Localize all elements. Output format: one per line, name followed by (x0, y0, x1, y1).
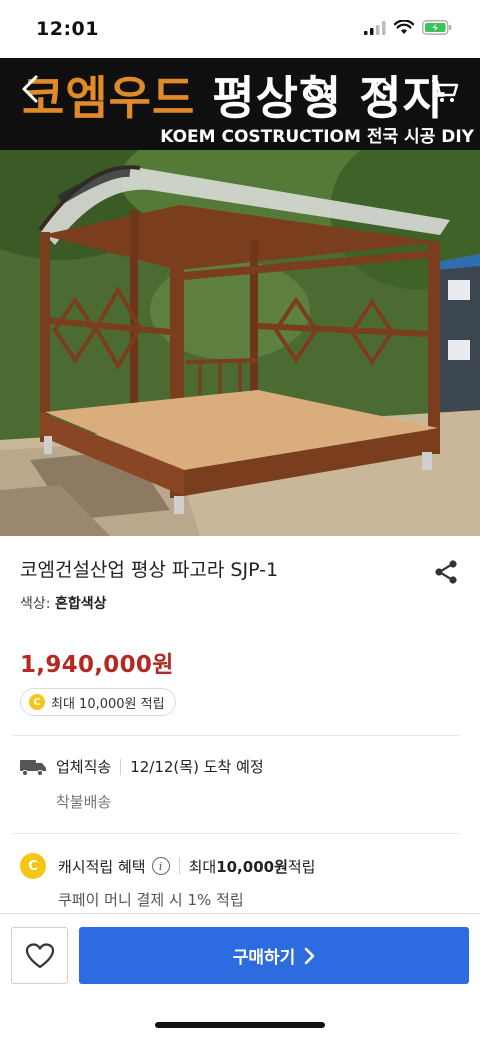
cash-max-prefix: 최대 (188, 857, 217, 876)
reward-badge: C 최대 10,000원 적립 (20, 688, 176, 716)
bottom-action-bar: 구매하기 (0, 913, 480, 1039)
shipping-method: 업체직송 (56, 758, 112, 776)
info-icon[interactable]: i (151, 857, 170, 875)
shipping-row: 업체직송 12/12(목) 도착 예정 (20, 756, 264, 777)
banner-title-brand: 코엠우드 (22, 71, 196, 125)
status-bar: 12:01 (0, 0, 480, 58)
back-arrow-icon (22, 75, 38, 103)
option-line: 색상: 혼합색상 (20, 593, 460, 613)
cart-button[interactable] (430, 76, 460, 106)
separator (120, 758, 122, 775)
product-info: 코엠건설산업 평상 파고라 SJP-1 색상: 혼합색상 (20, 556, 460, 613)
cash-max-suffix: 적립 (287, 857, 316, 876)
cart-icon (431, 79, 459, 102)
arrival-date: 12/12(목) 도착 예정 (130, 758, 264, 776)
wishlist-button[interactable] (11, 927, 68, 984)
banner-subtitle: KOEM COSTRUCTIOM 전국 시공 DIY (160, 127, 474, 147)
option-label: 색상: (20, 596, 55, 612)
cash-coin-icon: C (20, 853, 46, 879)
cash-reward-sub: 쿠페이 머니 결제 시 1% 적립 (58, 891, 244, 909)
buy-button-label: 구매하기 (232, 948, 296, 968)
status-time: 12:01 (36, 18, 99, 40)
product-price: 1,940,000원 (20, 652, 174, 678)
cash-reward-row: C 캐시적립 혜택 i 최대 10,000원 적립 (20, 853, 315, 879)
cash-reward-label: 캐시적립 혜택 (58, 857, 146, 876)
separator (178, 858, 180, 874)
reward-badge-text: 최대 10,000원 적립 (51, 696, 165, 712)
pergola-photo (0, 150, 480, 536)
home-button[interactable] (368, 76, 398, 106)
home-icon (370, 78, 396, 104)
back-button[interactable] (16, 74, 46, 104)
shipping-fee: 착불배송 (56, 793, 112, 811)
search-button[interactable] (305, 76, 335, 106)
wifi-icon (394, 20, 414, 34)
coin-icon: C (29, 694, 45, 710)
search-icon (307, 78, 334, 105)
heart-icon (25, 942, 54, 968)
share-button[interactable] (432, 558, 460, 586)
chevron-right-icon (304, 947, 315, 964)
buy-button[interactable]: 구매하기 (79, 927, 469, 984)
product-title: 코엠건설산업 평상 파고라 SJP-1 (20, 559, 279, 581)
truck-icon (20, 759, 46, 776)
share-icon (435, 560, 457, 584)
divider (12, 833, 460, 834)
product-image[interactable]: 코엠우드 평상형 정자 KOEM COSTRUCTIOM 전국 시공 DIY (0, 58, 480, 536)
signal-icon (364, 20, 386, 35)
battery-icon (422, 20, 452, 35)
status-icons (364, 20, 452, 35)
option-value: 혼합색상 (54, 596, 107, 612)
divider (12, 735, 460, 736)
home-indicator (155, 1022, 325, 1028)
image-banner: 코엠우드 평상형 정자 KOEM COSTRUCTIOM 전국 시공 DIY (0, 58, 480, 150)
cash-max-amount: 10,000원 (216, 857, 288, 876)
